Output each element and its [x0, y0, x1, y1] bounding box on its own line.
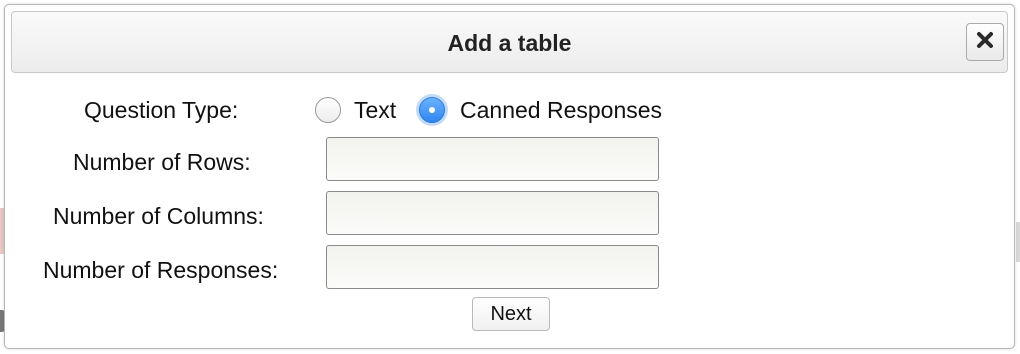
columns-label: Number of Columns: [53, 203, 264, 229]
responses-label: Number of Responses: [43, 257, 279, 283]
add-table-dialog: Add a table Question Type: Text Canned R… [4, 4, 1015, 349]
radio-text-label[interactable]: Text [354, 97, 396, 124]
close-button[interactable] [966, 23, 1004, 61]
radio-canned-responses-label[interactable]: Canned Responses [460, 97, 662, 124]
close-icon [976, 31, 994, 54]
next-button[interactable]: Next [472, 297, 550, 331]
responses-input[interactable] [326, 245, 659, 289]
rows-input[interactable] [326, 137, 659, 181]
columns-input[interactable] [326, 191, 659, 235]
rows-label: Number of Rows: [73, 149, 251, 175]
radio-text[interactable] [315, 97, 341, 123]
dialog-titlebar: Add a table [11, 11, 1008, 73]
question-type-label: Question Type: [84, 97, 239, 123]
dialog-title: Add a table [447, 30, 572, 56]
background-edge [1016, 222, 1020, 262]
radio-canned-responses[interactable] [419, 97, 445, 123]
